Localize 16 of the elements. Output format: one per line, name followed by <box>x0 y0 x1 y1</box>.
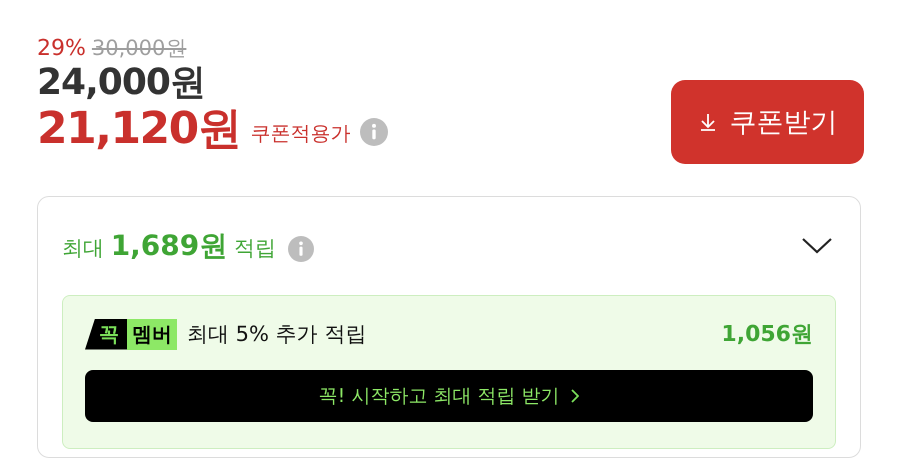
sale-price: 24,000원 <box>37 62 206 104</box>
membership-amount: 1,056원 <box>721 321 813 349</box>
coupon-download-button[interactable]: 쿠폰받기 <box>671 80 864 164</box>
info-icon[interactable] <box>288 236 314 262</box>
discount-rate: 29% <box>37 36 86 61</box>
chevron-right-icon <box>571 389 580 403</box>
chevron-down-icon[interactable] <box>802 238 832 254</box>
badge-mark: 꼭 <box>85 318 127 350</box>
coupon-price-label: 쿠폰적용가 <box>250 120 350 146</box>
reward-summary: 최대 1,689원 적립 <box>62 228 276 264</box>
coupon-price: 21,120원 <box>37 104 240 154</box>
membership-start-button[interactable]: 꼭! 시작하고 최대 적립 받기 <box>85 370 813 422</box>
info-icon[interactable] <box>360 118 388 146</box>
membership-description: 최대 5% 추가 적립 <box>187 321 366 348</box>
original-price: 30,000원 <box>92 35 186 62</box>
badge-label: 멤버 <box>127 318 177 350</box>
